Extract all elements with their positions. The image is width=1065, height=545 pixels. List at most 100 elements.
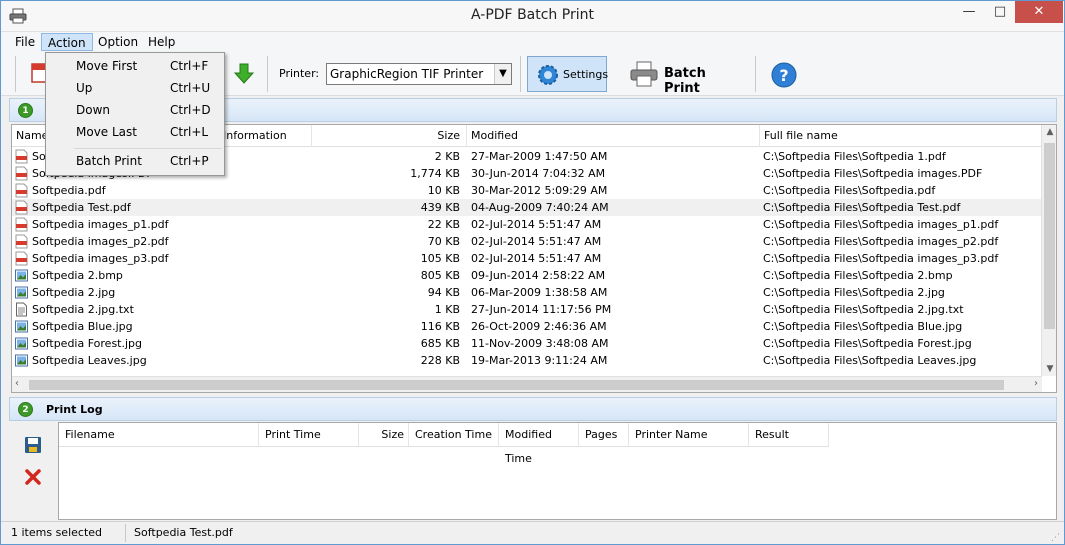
- log-column-modified-time[interactable]: Modified Time: [499, 423, 579, 465]
- file-size-cell: 1,774 KB: [410, 167, 460, 180]
- file-full-path-cell: C:\Softpedia Files\Softpedia 2.jpg.txt: [763, 303, 964, 316]
- menu-item-up[interactable]: Up Ctrl+U: [46, 77, 224, 99]
- table-row[interactable]: Softpedia 2.jpg 94 KB 06-Mar-2009 1:38:58 …: [12, 284, 1042, 301]
- vertical-scrollbar[interactable]: ▲ ▼: [1041, 125, 1056, 376]
- log-column-printer-name[interactable]: Printer Name: [629, 423, 749, 447]
- file-modified-cell: 02-Jul-2014 5:51:47 AM: [471, 235, 602, 248]
- help-icon[interactable]: ?: [771, 62, 797, 88]
- toolbar-separator: [267, 56, 268, 92]
- toolbar-separator: [755, 56, 756, 92]
- scroll-up-icon[interactable]: ▲: [1042, 127, 1056, 137]
- menu-separator: [74, 148, 222, 149]
- file-full-path-cell: C:\Softpedia Files\Softpedia 2.jpg: [763, 286, 945, 299]
- print-log-list[interactable]: Filename Print Time Size Creation Time M…: [58, 422, 1057, 520]
- log-column-filename[interactable]: Filename: [59, 423, 259, 447]
- file-size-cell: 2 KB: [434, 150, 460, 163]
- chevron-down-icon[interactable]: ▼: [494, 64, 511, 84]
- menu-item-move-first[interactable]: Move First Ctrl+F: [46, 55, 224, 77]
- file-size-cell: 1 KB: [434, 303, 460, 316]
- menu-item-batch-print[interactable]: Batch Print Ctrl+P: [46, 150, 224, 172]
- delete-log-icon[interactable]: [24, 468, 42, 486]
- action-dropdown-menu: Move First Ctrl+F Up Ctrl+U Down Ctrl+D Mov…: [45, 52, 225, 176]
- column-header-modified[interactable]: Modified: [467, 125, 760, 147]
- file-name-cell: Softpedia.pdf: [32, 184, 106, 197]
- scroll-down-icon[interactable]: ▼: [1042, 364, 1056, 374]
- file-full-path-cell: C:\Softpedia Files\Softpedia images_p2.p…: [763, 235, 999, 248]
- image-icon: [15, 353, 28, 368]
- file-size-cell: 116 KB: [420, 320, 460, 333]
- save-log-icon[interactable]: [24, 436, 42, 454]
- image-icon: [15, 319, 28, 334]
- menu-option[interactable]: Option: [92, 33, 144, 51]
- file-modified-cell: 04-Aug-2009 7:40:24 AM: [471, 201, 609, 214]
- menu-item-down[interactable]: Down Ctrl+D: [46, 99, 224, 121]
- printer-select[interactable]: GraphicRegion TIF Printer ▼: [326, 63, 512, 85]
- pdf-icon: [15, 217, 28, 232]
- file-modified-cell: 09-Jun-2014 2:58:22 AM: [471, 269, 606, 282]
- scroll-left-icon[interactable]: ‹: [15, 378, 19, 389]
- scroll-right-icon[interactable]: ›: [1034, 378, 1038, 389]
- log-column-print-time[interactable]: Print Time: [259, 423, 359, 447]
- table-row[interactable]: Softpedia images_p3.pdf 105 KB 02-Jul-2014…: [12, 250, 1042, 267]
- file-full-path-cell: C:\Softpedia Files\Softpedia images_p1.p…: [763, 218, 999, 231]
- column-header-full-name[interactable]: Full file name: [760, 125, 1042, 147]
- horizontal-scrollbar[interactable]: ‹ ›: [12, 376, 1042, 392]
- table-row[interactable]: Softpedia Forest.jpg 685 KB 11-Nov-2009 3:…: [12, 335, 1042, 352]
- log-column-size[interactable]: Size: [359, 423, 409, 447]
- printer-label: Printer:: [279, 67, 320, 80]
- table-row[interactable]: Softpedia 2.bmp 805 KB 09-Jun-2014 2:58:22…: [12, 267, 1042, 284]
- table-row[interactable]: Softpedia images_p1.pdf 22 KB 02-Jul-2014 …: [12, 216, 1042, 233]
- menu-help[interactable]: Help: [142, 33, 181, 51]
- maximize-button[interactable]: □: [985, 1, 1015, 23]
- gear-icon: [538, 65, 558, 85]
- file-full-path-cell: C:\Softpedia Files\Softpedia 1.pdf: [763, 150, 946, 163]
- file-name-cell: Softpedia images_p1.pdf: [32, 218, 169, 231]
- scroll-thumb-horizontal[interactable]: [29, 380, 1004, 390]
- pdf-icon: [15, 166, 28, 181]
- scroll-thumb[interactable]: [1044, 143, 1055, 329]
- file-modified-cell: 30-Mar-2012 5:09:29 AM: [471, 184, 608, 197]
- close-button[interactable]: ✕: [1015, 1, 1063, 23]
- menu-file[interactable]: File: [9, 33, 41, 51]
- file-name-cell: Softpedia 2.jpg: [32, 286, 116, 299]
- table-row[interactable]: Softpedia Leaves.jpg 228 KB 19-Mar-2013 9:…: [12, 352, 1042, 369]
- app-window: A-PDF Batch Print — □ ✕ File Action Opti…: [0, 0, 1065, 545]
- log-column-creation-time[interactable]: Creation Time: [409, 423, 499, 447]
- menu-item-move-last[interactable]: Move Last Ctrl+L: [46, 121, 224, 143]
- window-title: A-PDF Batch Print: [471, 7, 594, 23]
- file-full-path-cell: C:\Softpedia Files\Softpedia Blue.jpg: [763, 320, 963, 333]
- log-column-result[interactable]: Result: [749, 423, 829, 447]
- file-modified-cell: 27-Jun-2014 11:17:56 PM: [471, 303, 612, 316]
- file-full-path-cell: C:\Softpedia Files\Softpedia 2.bmp: [763, 269, 953, 282]
- file-modified-cell: 11-Nov-2009 3:48:08 AM: [471, 337, 609, 350]
- column-header-size[interactable]: Size: [312, 125, 467, 147]
- table-row[interactable]: Softpedia 2.jpg.txt 1 KB 27-Jun-2014 11:17…: [12, 301, 1042, 318]
- file-name-cell: Softpedia 2.bmp: [32, 269, 123, 282]
- status-divider: [125, 524, 126, 542]
- print-log-panel-header: 2 Print Log: [9, 397, 1057, 421]
- pdf-icon: [15, 183, 28, 198]
- file-size-cell: 22 KB: [427, 218, 460, 231]
- table-row[interactable]: Softpedia Blue.jpg 116 KB 26-Oct-2009 2:46…: [12, 318, 1042, 335]
- step-two-badge: 2: [18, 402, 33, 417]
- svg-text:?: ?: [779, 66, 788, 85]
- status-selected-file: Softpedia Test.pdf: [134, 526, 233, 539]
- toolbar-separator: [15, 56, 16, 92]
- settings-button[interactable]: Settings: [527, 56, 608, 92]
- file-name-cell: Softpedia images_p3.pdf: [32, 252, 169, 265]
- file-modified-cell: 02-Jul-2014 5:51:47 AM: [471, 218, 602, 231]
- table-row[interactable]: Softpedia.pdf 10 KB 30-Mar-2012 5:09:29 AM…: [12, 182, 1042, 199]
- table-row[interactable]: Softpedia Test.pdf 439 KB 04-Aug-2009 7:40…: [12, 199, 1042, 216]
- log-column-pages[interactable]: Pages: [579, 423, 629, 447]
- batch-print-button[interactable]: Batch Print: [626, 56, 738, 96]
- pdf-icon: [15, 200, 28, 215]
- file-size-cell: 439 KB: [420, 201, 460, 214]
- file-full-path-cell: C:\Softpedia Files\Softpedia Forest.jpg: [763, 337, 972, 350]
- resize-grip-icon[interactable]: ⋰: [1051, 533, 1060, 543]
- menu-action[interactable]: Action: [41, 33, 93, 51]
- file-size-cell: 70 KB: [427, 235, 460, 248]
- file-name-cell: Softpedia images_p2.pdf: [32, 235, 169, 248]
- move-down-arrow-icon[interactable]: [232, 61, 256, 85]
- minimize-button[interactable]: —: [954, 1, 984, 23]
- table-row[interactable]: Softpedia images_p2.pdf 70 KB 02-Jul-2014 …: [12, 233, 1042, 250]
